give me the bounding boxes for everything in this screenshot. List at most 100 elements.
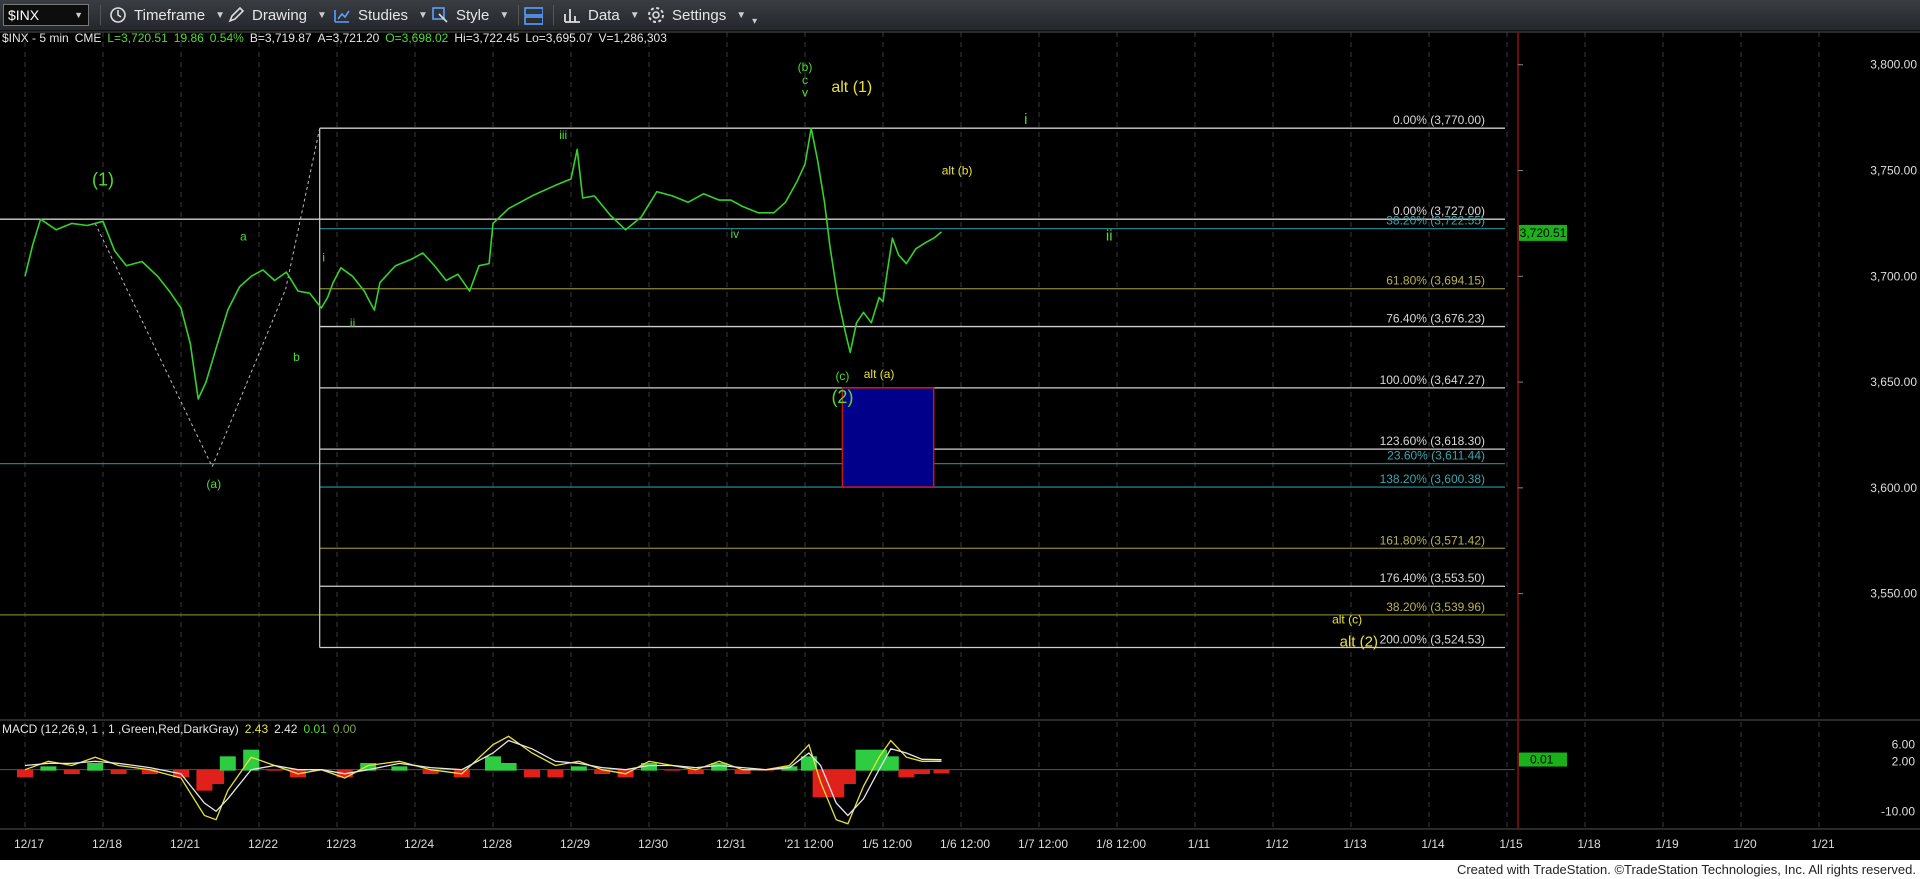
time-tick-label: 1/14 <box>1421 837 1445 851</box>
toolbar-separator <box>518 5 519 25</box>
toolbar-separator <box>553 5 554 25</box>
time-tick-label: 1/20 <box>1733 837 1757 851</box>
fib-level-label: 76.40% (3,676.23) <box>1386 312 1485 326</box>
macd-panel: 6.00 2.00 -10.00 0.01 <box>0 735 1915 825</box>
drawing-button[interactable]: Drawing ▼ <box>226 0 327 30</box>
wave-label: v <box>802 85 808 99</box>
chevron-down-icon[interactable]: ▼ <box>736 10 746 21</box>
style-icon <box>430 5 450 25</box>
wave-label: ii <box>350 316 355 330</box>
macd-diff-value: 0.01 <box>303 722 327 736</box>
wave-label: alt (a) <box>864 367 895 381</box>
time-tick-label: 1/18 <box>1577 837 1601 851</box>
macd-histogram-bar <box>219 756 236 771</box>
timeframe-button[interactable]: Timeframe ▼ <box>108 0 225 30</box>
last-price-label: 3,720.51 <box>1520 226 1567 240</box>
wave-label: (1) <box>92 169 114 189</box>
time-tick-label: 1/19 <box>1655 837 1679 851</box>
macd-value: 2.43 <box>244 722 269 736</box>
price-axis-layer: 3,800.00 3,750.00 3,700.00 3,650.00 3,600.00… <box>1518 58 1917 601</box>
price-tick-label: 3,700.00 <box>1870 269 1917 283</box>
macd-signal-line <box>24 739 942 817</box>
macd-last-label: 0.01 <box>1530 753 1554 767</box>
high-price: Hi=3,722.45 <box>454 31 520 45</box>
wave-label: b <box>293 350 300 364</box>
fib-level-label: 123.60% (3,618.30) <box>1380 434 1485 448</box>
toolbar: $INX ▼ Timeframe ▼ Drawing ▼ Studies ▼ S… <box>0 0 1920 31</box>
macd-zero-value: 0.00 <box>332 722 357 736</box>
price-chart[interactable]: 0.00% (3,770.00)0.00% (3,727.00)38.20% (… <box>0 0 1920 879</box>
macd-histogram-bar <box>524 769 540 778</box>
macd-histogram-bar <box>839 769 856 784</box>
macd-histogram-bar <box>485 756 501 771</box>
macd-title: MACD (12,26,9, 1 , 1 ,Green,Red,DarkGray… <box>2 722 239 736</box>
overflow-chevron-icon[interactable]: ▾ <box>752 16 757 27</box>
wave-label: (a) <box>206 477 221 491</box>
macd-histogram-bar <box>855 749 872 771</box>
time-tick-label: 1/5 12:00 <box>862 837 912 851</box>
open-price: O=3,698.02 <box>385 31 449 45</box>
layout-button[interactable] <box>523 0 549 30</box>
fib-level-label: 38.20% (3,539.96) <box>1386 600 1485 614</box>
chevron-down-icon[interactable]: ▼ <box>630 10 640 21</box>
symbol-input[interactable]: $INX ▼ <box>3 4 89 26</box>
wave-label: (2) <box>831 387 853 407</box>
chevron-down-icon[interactable]: ▼ <box>215 10 225 21</box>
wave-label: alt (2) <box>1340 634 1378 651</box>
wave-label: alt (1) <box>831 79 872 96</box>
macd-histogram-bar <box>898 769 915 778</box>
fib-level-label: 161.80% (3,571.42) <box>1380 533 1485 547</box>
timeframe-label: Timeframe <box>134 6 206 24</box>
macd-histogram-bar <box>711 763 728 771</box>
data-icon <box>562 5 582 25</box>
time-tick-label: 12/30 <box>638 837 668 851</box>
style-label: Style <box>456 6 490 24</box>
macd-histogram-bar <box>933 769 950 774</box>
footer: Created with TradeStation. ©TradeStation… <box>0 860 1920 879</box>
time-tick-label: 1/21 <box>1811 837 1835 851</box>
percent-change: 0.54% <box>209 31 244 45</box>
wave-label: iii <box>559 128 567 142</box>
fib-level-label: 100.00% (3,647.27) <box>1380 373 1485 387</box>
time-tick-label: 12/22 <box>248 837 278 851</box>
copyright-text: Created with TradeStation. ©TradeStation… <box>1456 862 1916 877</box>
symbol-label: $INX - 5 min <box>2 31 69 45</box>
price-tick-label: 3,800.00 <box>1870 58 1917 72</box>
wave-label: a <box>240 229 247 243</box>
fib-level-label: 138.20% (3,600.38) <box>1380 472 1485 486</box>
macd-histogram-bar <box>664 769 681 771</box>
data-button[interactable]: Data ▼ <box>562 0 640 30</box>
last-price: L=3,720.51 <box>107 31 168 45</box>
fibonacci-levels: 0.00% (3,770.00)0.00% (3,727.00)38.20% (… <box>0 113 1505 649</box>
macd-histogram-bar <box>17 769 33 778</box>
chevron-down-icon[interactable]: ▼ <box>499 10 509 21</box>
time-tick-label: 12/31 <box>716 837 746 851</box>
studies-icon <box>332 5 352 25</box>
macd-tick-label: -10.00 <box>1881 804 1915 818</box>
toolbar-separator <box>100 5 101 25</box>
chevron-down-icon[interactable]: ▼ <box>418 10 428 21</box>
chevron-down-icon[interactable]: ▼ <box>74 10 83 20</box>
style-button[interactable]: Style ▼ <box>430 0 509 30</box>
macd-histogram-bar <box>500 763 517 771</box>
exchange-label: CME <box>74 31 102 45</box>
price-tick-label: 3,650.00 <box>1870 375 1917 389</box>
symbol-text: $INX <box>8 7 40 23</box>
chevron-down-icon[interactable]: ▼ <box>317 10 327 21</box>
low-price: Lo=3,695.07 <box>525 31 593 45</box>
macd-line <box>24 735 942 825</box>
fib-level-label: 200.00% (3,524.53) <box>1380 633 1485 647</box>
studies-label: Studies <box>358 6 409 24</box>
price-series-layer <box>24 127 943 400</box>
wave-label: alt (b) <box>942 164 973 178</box>
drawing-label: Drawing <box>252 6 308 24</box>
fib-trend-line <box>94 223 213 467</box>
studies-button[interactable]: Studies ▼ <box>332 0 428 30</box>
gear-icon <box>646 5 666 25</box>
time-tick-label: 1/12 <box>1265 837 1289 851</box>
macd-histogram-bar <box>110 769 127 774</box>
wave-label: ii <box>1106 227 1113 244</box>
time-tick-label: 1/15 <box>1499 837 1523 851</box>
macd-signal-value: 2.42 <box>274 722 298 736</box>
settings-button[interactable]: Settings ▼ ▾ <box>646 0 757 30</box>
